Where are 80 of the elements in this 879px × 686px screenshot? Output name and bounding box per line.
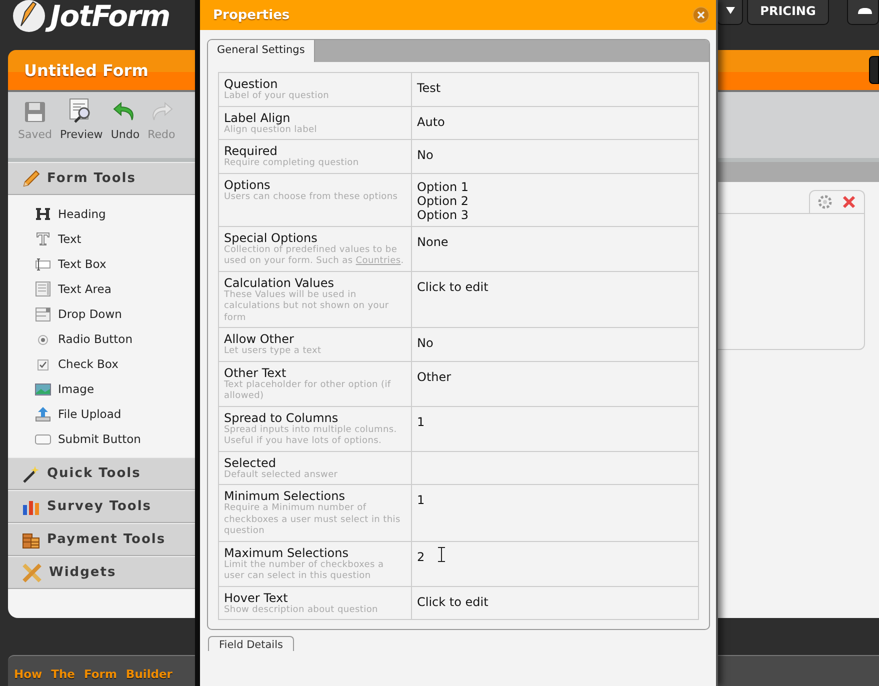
upload-icon <box>35 406 51 422</box>
property-label: Selected <box>224 456 278 470</box>
property-label: Label Align <box>224 110 292 124</box>
property-description: Let users type a text <box>224 346 322 358</box>
form-tool-item[interactable]: Drop Down <box>34 301 195 326</box>
property-description: Users can choose from these options <box>224 192 399 203</box>
account-button[interactable] <box>847 0 879 25</box>
heading-icon <box>35 206 51 222</box>
property-value[interactable]: Other <box>417 368 452 384</box>
property-value[interactable]: Test <box>417 79 441 95</box>
property-description: Spread inputs into multiple columns. Useful if you have lots of options. <box>224 424 398 448</box>
close-icon[interactable] <box>692 6 710 24</box>
form-tool-item[interactable]: File Upload <box>34 401 195 426</box>
property-description: Limit the number of checkboxes a user can select in this question <box>224 560 385 582</box>
property-value[interactable]: 1 <box>417 412 425 428</box>
tool-section-header[interactable]: Widgets <box>8 556 195 589</box>
property-label: Question <box>224 77 279 91</box>
property-description: Require a Minimum number of checkboxes a user must select in this question <box>224 503 402 538</box>
form-tool-item[interactable]: Text <box>34 226 195 251</box>
property-description: Default selected answer <box>224 470 339 481</box>
form-tool-item[interactable]: Check Box <box>34 351 195 376</box>
user-icon <box>858 8 872 14</box>
settings-tab[interactable]: General Settings <box>208 40 315 62</box>
gear-icon[interactable] <box>818 195 832 209</box>
text-box-icon <box>35 256 51 272</box>
close-icon[interactable] <box>842 195 856 209</box>
pricing-button[interactable]: PRICING <box>747 0 829 25</box>
dropdown-button[interactable] <box>717 0 743 25</box>
property-label: Minimum Selections <box>224 489 346 503</box>
property-label: Options <box>224 178 272 192</box>
logo-icon <box>12 0 46 33</box>
tool-section-header[interactable]: Form Tools <box>8 162 195 195</box>
property-label: Special Options <box>224 230 318 244</box>
property-value[interactable]: Click to edit <box>417 592 488 608</box>
wand-icon <box>22 464 40 482</box>
property-label: Calculation Values <box>224 276 335 290</box>
pencil-icon <box>22 170 40 188</box>
property-description: These Values will be used in calculations but not shown on your form <box>224 290 390 324</box>
property-label: Spread to Columns <box>224 410 340 424</box>
text-icon <box>35 230 51 246</box>
tool-section-header[interactable]: Quick Tools <box>8 457 195 490</box>
form-tool-item[interactable]: Text Box <box>34 251 195 276</box>
footer-heading: How The Form Builder <box>14 667 172 681</box>
tool-section-header[interactable]: Payment Tools <box>8 523 195 556</box>
preview-button[interactable]: Preview <box>60 92 103 141</box>
caret-icon <box>726 7 734 14</box>
property-value[interactable]: 1 <box>417 491 425 507</box>
property-label: Other Text <box>224 366 288 380</box>
property-value[interactable]: No <box>417 334 434 350</box>
tool-section-header[interactable]: Survey Tools <box>8 490 195 523</box>
form-tool-item[interactable]: Image <box>34 376 195 401</box>
drop-down-icon <box>35 306 51 322</box>
property-description: Show description about question <box>224 604 379 616</box>
form-tool-item[interactable]: Heading <box>34 201 195 226</box>
dialog-title: Properties <box>213 8 290 22</box>
property-value[interactable]: 2 <box>417 548 425 564</box>
property-description: Require completing question <box>224 158 360 170</box>
property-label: Allow Other <box>224 332 295 346</box>
save-icon <box>22 100 47 124</box>
form-tool-item[interactable]: Submit Button <box>34 426 195 451</box>
property-value[interactable]: Option 1 Option 2 Option 3 <box>417 178 468 222</box>
image-icon <box>35 380 51 396</box>
property-description: Text placeholder for other option (if allowed) <box>224 380 392 402</box>
property-description: Align question label <box>224 124 318 136</box>
property-value[interactable]: Click to edit <box>417 278 488 294</box>
property-label: Required <box>224 144 278 158</box>
text-area-icon <box>35 280 51 296</box>
undo-button[interactable]: Undo <box>110 92 140 141</box>
property-description: Collection of predefined values to be used on your form. Such as Countries. <box>224 244 405 268</box>
property-description: Label of your question <box>224 91 330 102</box>
form-title: Untitled Form <box>24 60 148 80</box>
property-label: Maximum Selections <box>224 546 350 560</box>
property-value[interactable]: None <box>417 232 448 248</box>
field-details-tab[interactable]: Field Details <box>208 636 294 651</box>
property-value[interactable]: No <box>417 146 434 162</box>
header-button[interactable] <box>869 56 879 84</box>
form-tool-item[interactable]: Radio Button <box>34 326 195 351</box>
form-tool-item[interactable]: Text Area <box>34 276 195 301</box>
property-label: Hover Text <box>224 590 289 604</box>
property-value[interactable]: Auto <box>417 112 445 128</box>
